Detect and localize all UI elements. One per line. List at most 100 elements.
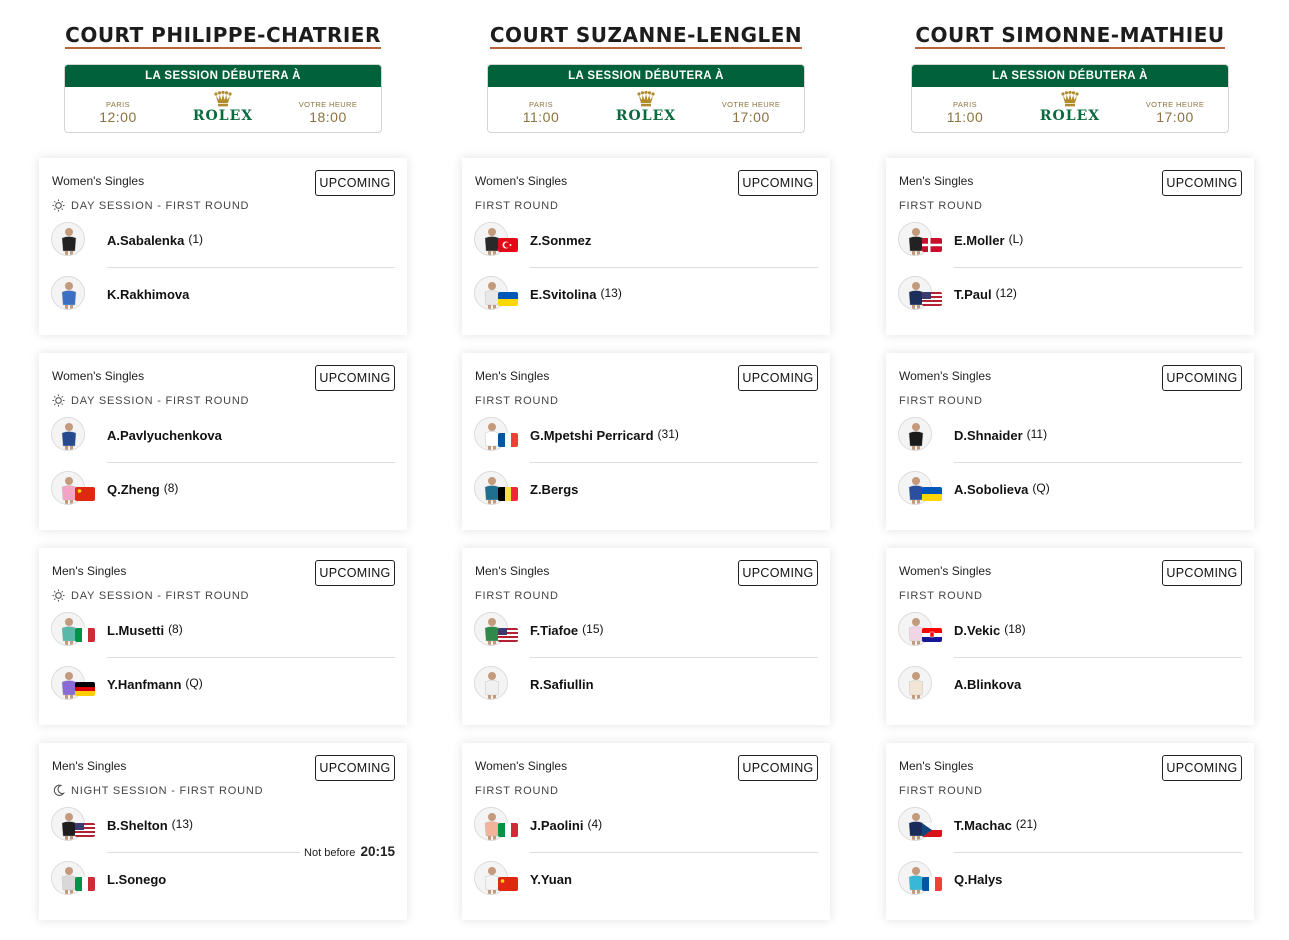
player-seed: (15) bbox=[582, 622, 604, 636]
player-photo bbox=[474, 666, 508, 700]
player-row[interactable]: G.Mpetshi Perricard (31) bbox=[474, 417, 818, 453]
player-name[interactable]: T.Paul bbox=[954, 287, 992, 302]
match-card[interactable]: Women's Singles UPCOMING FIRST ROUND J.Paol… bbox=[462, 743, 830, 920]
status-badge: UPCOMING bbox=[738, 560, 818, 586]
player-name[interactable]: L.Sonego bbox=[107, 872, 166, 887]
player-name[interactable]: J.Paolini bbox=[530, 818, 583, 833]
player-name[interactable]: Q.Zheng bbox=[107, 482, 160, 497]
belgium-flag-icon bbox=[498, 487, 518, 501]
match-card[interactable]: Men's Singles UPCOMING FIRST ROUND F.Tiafoe… bbox=[462, 548, 830, 725]
player-name[interactable]: D.Shnaider bbox=[954, 428, 1023, 443]
player-name[interactable]: L.Musetti bbox=[107, 623, 164, 638]
match-card[interactable]: Men's Singles UPCOMING FIRST ROUND G.Mpetsh… bbox=[462, 353, 830, 530]
france-flag-icon bbox=[498, 433, 518, 447]
player-name[interactable]: E.Svitolina bbox=[530, 287, 596, 302]
player-row[interactable]: Q.Zheng (8) bbox=[51, 471, 395, 507]
paris-time: 11:00 bbox=[946, 109, 984, 125]
rolex-crown-icon bbox=[637, 91, 655, 107]
player-row[interactable]: A.Sabalenka (1) bbox=[51, 222, 395, 258]
czech-flag-icon bbox=[922, 823, 942, 837]
round-label: FIRST ROUND bbox=[899, 785, 983, 797]
player-row[interactable]: B.Shelton (13) bbox=[51, 807, 395, 843]
player-row[interactable]: F.Tiafoe (15) bbox=[474, 612, 818, 648]
player-row[interactable]: J.Paolini (4) bbox=[474, 807, 818, 843]
player-row[interactable]: T.Machac (21) bbox=[898, 807, 1242, 843]
croatia-flag-icon bbox=[922, 628, 942, 642]
player-row[interactable]: A.Sobolieva (Q) bbox=[898, 471, 1242, 507]
round-label: DAY SESSION - FIRST ROUND bbox=[52, 589, 249, 603]
court-title[interactable]: COURT PHILIPPE-CHATRIER bbox=[39, 22, 407, 49]
player-row[interactable]: Z.Sonmez bbox=[474, 222, 818, 258]
round-label: NIGHT SESSION - FIRST ROUND bbox=[52, 784, 263, 798]
match-card[interactable]: Women's Singles UPCOMING FIRST ROUND Z.Sonm… bbox=[462, 158, 830, 335]
player-seed: (13) bbox=[600, 286, 622, 300]
rolex-logo: ROLEX bbox=[606, 91, 686, 124]
denmark-flag-icon bbox=[922, 238, 942, 252]
round-label: DAY SESSION - FIRST ROUND bbox=[52, 394, 249, 408]
player-row[interactable]: L.Musetti (8) bbox=[51, 612, 395, 648]
status-badge: UPCOMING bbox=[738, 365, 818, 391]
player-row[interactable]: R.Safiullin bbox=[474, 666, 818, 702]
round-label: DAY SESSION - FIRST ROUND bbox=[52, 199, 249, 213]
round-label: FIRST ROUND bbox=[475, 590, 559, 602]
player-photo bbox=[51, 417, 85, 451]
player-row[interactable]: Y.Yuan bbox=[474, 861, 818, 897]
ukraine-flag-icon bbox=[498, 292, 518, 306]
player-name[interactable]: A.Sobolieva bbox=[954, 482, 1028, 497]
player-name[interactable]: Y.Hanfmann bbox=[107, 677, 181, 692]
local-time-block: VOTRE HEURE 17:00 bbox=[706, 100, 796, 125]
player-row[interactable]: D.Vekic (18) bbox=[898, 612, 1242, 648]
player-name[interactable]: R.Safiullin bbox=[530, 677, 594, 692]
player-name[interactable]: K.Rakhimova bbox=[107, 287, 189, 302]
player-name[interactable]: A.Sabalenka bbox=[107, 233, 184, 248]
rolex-crown-icon bbox=[1061, 91, 1079, 107]
event-name: Women's Singles bbox=[52, 369, 145, 383]
player-name[interactable]: G.Mpetshi Perricard bbox=[530, 428, 654, 443]
player-row[interactable]: Y.Hanfmann (Q) bbox=[51, 666, 395, 702]
match-card[interactable]: Men's Singles UPCOMING NIGHT SESSION - FIR… bbox=[39, 743, 407, 920]
player-name[interactable]: F.Tiafoe bbox=[530, 623, 578, 638]
player-name[interactable]: B.Shelton bbox=[107, 818, 168, 833]
player-name[interactable]: Z.Sonmez bbox=[530, 233, 591, 248]
player-row[interactable]: K.Rakhimova bbox=[51, 276, 395, 312]
player-row[interactable]: Q.Halys bbox=[898, 861, 1242, 897]
player-divider bbox=[107, 462, 395, 463]
player-name[interactable]: A.Blinkova bbox=[954, 677, 1021, 692]
player-name[interactable]: T.Machac bbox=[954, 818, 1012, 833]
player-photo bbox=[898, 417, 932, 451]
match-card[interactable]: Men's Singles UPCOMING DAY SESSION - FIRST… bbox=[39, 548, 407, 725]
match-card[interactable]: Men's Singles UPCOMING FIRST ROUND T.Machac… bbox=[886, 743, 1254, 920]
player-row[interactable]: L.Sonego bbox=[51, 861, 395, 897]
ukraine-flag-icon bbox=[922, 487, 942, 501]
match-card[interactable]: Men's Singles UPCOMING FIRST ROUND E.Moller… bbox=[886, 158, 1254, 335]
court-title[interactable]: COURT SIMONNE-MATHIEU bbox=[886, 22, 1254, 49]
event-name: Women's Singles bbox=[475, 174, 568, 188]
player-row[interactable]: A.Blinkova bbox=[898, 666, 1242, 702]
match-card[interactable]: Women's Singles UPCOMING FIRST ROUND D.Shna… bbox=[886, 353, 1254, 530]
match-card[interactable]: Women's Singles UPCOMING DAY SESSION - FIR… bbox=[39, 353, 407, 530]
paris-time: 11:00 bbox=[522, 109, 560, 125]
sun-icon bbox=[52, 199, 65, 212]
player-photo bbox=[898, 666, 932, 700]
match-card[interactable]: Women's Singles UPCOMING FIRST ROUND D.Veki… bbox=[886, 548, 1254, 725]
player-name[interactable]: Q.Halys bbox=[954, 872, 1002, 887]
player-row[interactable]: Z.Bergs bbox=[474, 471, 818, 507]
player-row[interactable]: E.Svitolina (13) bbox=[474, 276, 818, 312]
player-row[interactable]: A.Pavlyuchenkova bbox=[51, 417, 395, 453]
player-name[interactable]: A.Pavlyuchenkova bbox=[107, 428, 222, 443]
player-photo bbox=[51, 276, 85, 310]
round-label: FIRST ROUND bbox=[475, 785, 559, 797]
event-name: Men's Singles bbox=[899, 174, 974, 188]
player-name[interactable]: D.Vekic bbox=[954, 623, 1000, 638]
player-name[interactable]: E.Moller bbox=[954, 233, 1005, 248]
player-row[interactable]: E.Moller (L) bbox=[898, 222, 1242, 258]
player-name[interactable]: Y.Yuan bbox=[530, 872, 572, 887]
match-card[interactable]: Women's Singles UPCOMING DAY SESSION - FIR… bbox=[39, 158, 407, 335]
round-label: FIRST ROUND bbox=[899, 590, 983, 602]
player-row[interactable]: D.Shnaider (11) bbox=[898, 417, 1242, 453]
sun-icon bbox=[52, 394, 65, 407]
court-title[interactable]: COURT SUZANNE-LENGLEN bbox=[462, 22, 830, 49]
player-row[interactable]: T.Paul (12) bbox=[898, 276, 1242, 312]
round-label: FIRST ROUND bbox=[475, 395, 559, 407]
player-name[interactable]: Z.Bergs bbox=[530, 482, 578, 497]
